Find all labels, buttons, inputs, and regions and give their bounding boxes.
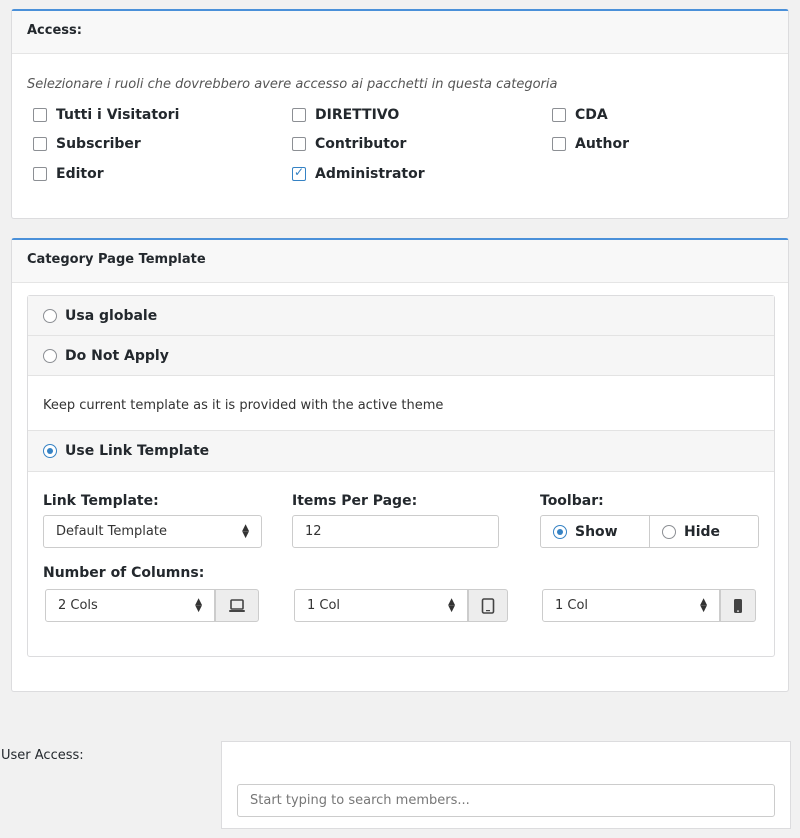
checkbox-box[interactable] [552, 137, 566, 151]
option-do-not-apply[interactable]: Do Not Apply [28, 336, 774, 376]
access-hint: Selezionare i ruoli che dovrebbero avere… [27, 77, 558, 92]
select-arrows-icon: ▲ ▼ [448, 596, 455, 614]
role-checkbox-author[interactable]: Author [552, 136, 629, 152]
checkbox-box[interactable] [552, 108, 566, 122]
items-per-page-label: Items Per Page: [292, 493, 418, 509]
radio-button[interactable] [43, 348, 57, 363]
toolbar-hide-option[interactable]: Hide [649, 516, 758, 547]
role-checkbox-administrator[interactable]: Administrator [292, 165, 425, 182]
template-options: Usa globale Do Not Apply Keep current te… [27, 295, 775, 657]
desktop-device-button[interactable] [215, 589, 259, 622]
member-search-input[interactable]: Start typing to search members... [237, 784, 775, 817]
desktop-icon [229, 598, 245, 612]
radio-button-selected[interactable] [553, 524, 567, 539]
tablet-device-button[interactable] [468, 589, 508, 622]
mobile-device-button[interactable] [720, 589, 756, 622]
select-arrows-icon: ▲ ▼ [700, 596, 707, 614]
checkbox-box[interactable] [33, 167, 47, 181]
user-access-box: Start typing to search members... [221, 741, 791, 829]
select-arrows-icon: ▲ ▼ [195, 596, 202, 614]
items-per-page-input[interactable]: 12 [292, 515, 499, 548]
checkbox-box-checked[interactable] [292, 165, 306, 181]
access-panel-title: Access: [12, 11, 788, 54]
do-not-apply-description: Keep current template as it is provided … [43, 398, 444, 413]
select-arrows-icon: ▲ ▼ [242, 522, 249, 540]
columns-tablet-select[interactable]: 1 Col ▲ ▼ [294, 589, 468, 622]
access-panel: Access: Selezionare i ruoli che dovrebbe… [11, 9, 789, 219]
role-checkbox-contributor[interactable]: Contributor [292, 136, 406, 152]
radio-button[interactable] [43, 308, 57, 323]
columns-mobile-select[interactable]: 1 Col ▲ ▼ [542, 589, 720, 622]
mobile-icon [734, 598, 742, 613]
toolbar-show-option[interactable]: Show [541, 516, 649, 547]
role-checkbox-direttivo[interactable]: DIRETTIVO [292, 107, 399, 123]
template-panel-title: Category Page Template [12, 240, 788, 283]
tablet-icon [481, 597, 495, 614]
toolbar-toggle: Show Hide [540, 515, 759, 548]
user-access-label: User Access: [1, 748, 84, 763]
role-checkbox-subscriber[interactable]: Subscriber [33, 136, 141, 152]
columns-desktop-select[interactable]: 2 Cols ▲ ▼ [45, 589, 215, 622]
role-checkbox-tutti-i-visitatori[interactable]: Tutti i Visitatori [33, 107, 179, 123]
role-checkbox-editor[interactable]: Editor [33, 166, 104, 182]
role-checkbox-cda[interactable]: CDA [552, 107, 608, 123]
toolbar-label: Toolbar: [540, 493, 604, 509]
option-use-link-template[interactable]: Use Link Template [28, 430, 774, 472]
radio-button[interactable] [662, 524, 676, 539]
template-panel: Category Page Template Usa globale Do No… [11, 238, 789, 692]
radio-button-selected[interactable] [43, 444, 57, 458]
checkbox-box[interactable] [33, 137, 47, 151]
checkbox-box[interactable] [292, 108, 306, 122]
checkbox-box[interactable] [33, 108, 47, 122]
number-of-columns-label: Number of Columns: [43, 565, 205, 581]
link-template-label: Link Template: [43, 493, 159, 509]
option-usa-globale[interactable]: Usa globale [28, 296, 774, 336]
link-template-select[interactable]: Default Template ▲ ▼ [43, 515, 262, 548]
checkbox-box[interactable] [292, 137, 306, 151]
